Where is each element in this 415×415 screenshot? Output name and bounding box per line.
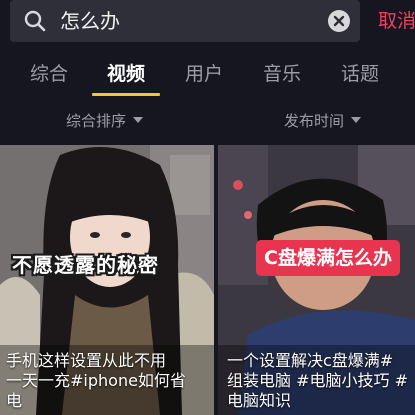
clear-icon[interactable] (328, 10, 350, 32)
caret-down-icon (351, 116, 362, 123)
video-caption: 手机这样设置从此不用 一天一充#iphone如何省 电 (6, 351, 214, 411)
search-query-text: 怎么办 (60, 9, 120, 33)
video-overlay-title: C盘爆满怎么办 (256, 240, 400, 276)
tab-users[interactable]: 用户 (185, 60, 223, 88)
caption-line: 一天一充#iphone如何省 (6, 371, 186, 390)
video-card[interactable]: C盘爆满怎么办 一个设置解决c盘爆满# 组装电脑 #电脑小技巧 # 电脑知识 (218, 145, 415, 415)
active-tab-indicator (92, 93, 160, 96)
caption-line: 手机这样设置从此不用 (6, 351, 167, 370)
result-tabs: 综合 视频 用户 音乐 话题 (0, 52, 415, 100)
tab-videos[interactable]: 视频 (107, 60, 145, 88)
filter-bar: 综合排序 发布时间 (0, 104, 415, 140)
tab-comprehensive[interactable]: 综合 (30, 60, 68, 88)
time-filter-label: 发布时间 (284, 112, 345, 130)
search-bar-row: 怎么办 取消 (0, 0, 415, 44)
cancel-button[interactable]: 取消 (378, 7, 415, 35)
caption-line: 组装电脑 #电脑小技巧 # (227, 371, 408, 390)
sort-filter[interactable]: 综合排序 (66, 110, 144, 132)
time-filter[interactable]: 发布时间 (284, 110, 362, 132)
search-icon (24, 10, 46, 32)
caret-down-icon (133, 116, 144, 123)
caption-line: 电脑知识 (227, 391, 292, 410)
sort-filter-label: 综合排序 (66, 112, 127, 130)
search-results-screen: 怎么办 取消 综合 视频 用户 音乐 话题 综合排序 发布时间 不愿透露的秘密 … (0, 0, 415, 415)
caption-line: 一个设置解决c盘爆满# (227, 351, 394, 370)
tab-music[interactable]: 音乐 (263, 60, 301, 88)
tab-topics[interactable]: 话题 (341, 60, 379, 88)
search-input[interactable]: 怎么办 (10, 0, 360, 42)
video-caption: 一个设置解决c盘爆满# 组装电脑 #电脑小技巧 # 电脑知识 (227, 351, 415, 411)
video-overlay-title: 不愿透露的秘密 (12, 253, 159, 277)
caption-line: 电 (6, 391, 23, 410)
video-card[interactable]: 不愿透露的秘密 手机这样设置从此不用 一天一充#iphone如何省 电 (0, 145, 214, 415)
